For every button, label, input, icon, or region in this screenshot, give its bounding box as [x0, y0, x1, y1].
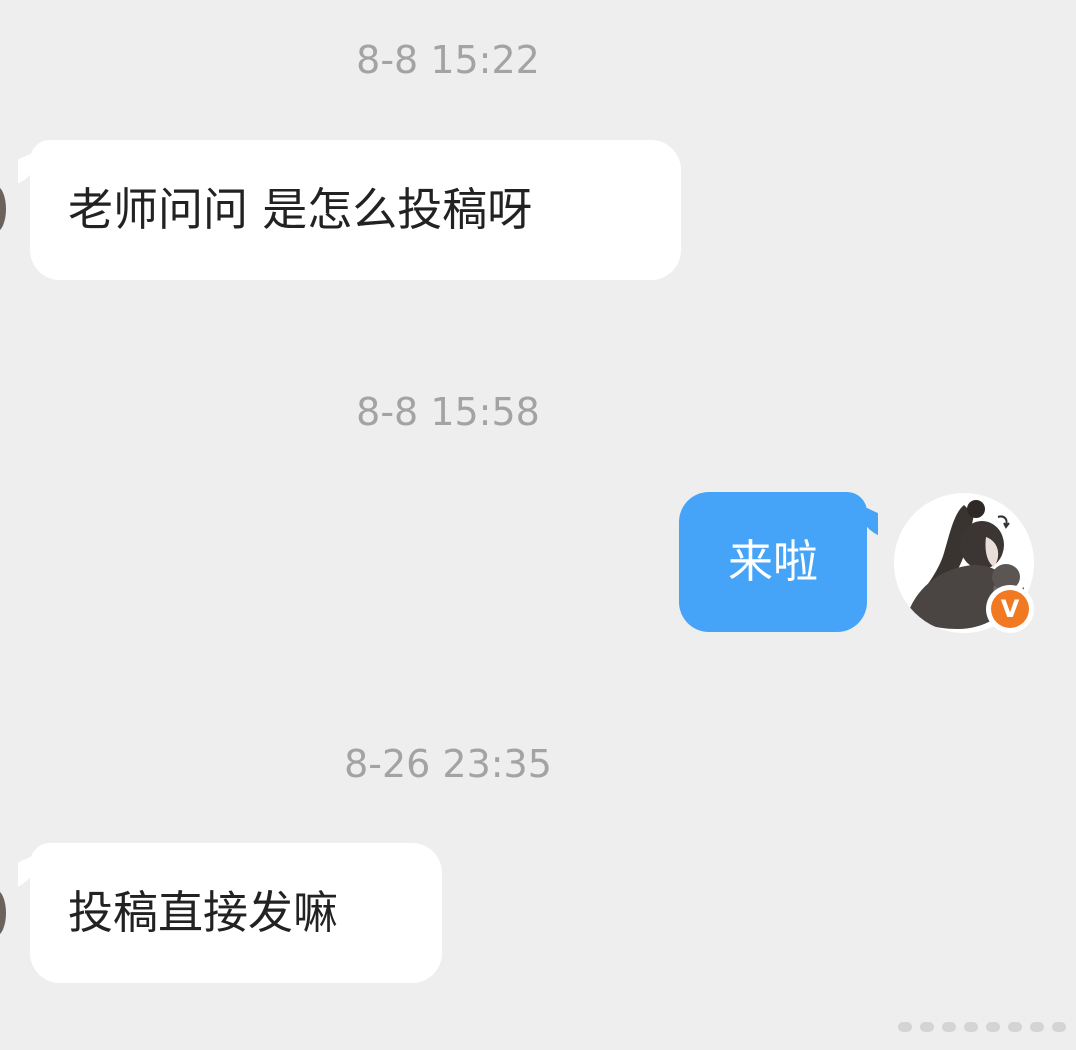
message-text: 投稿直接发嘛 [68, 886, 339, 939]
message-text: 老师问问 是怎么投稿呀 [68, 183, 533, 236]
incoming-message-bubble[interactable]: 投稿直接发嘛 [30, 843, 442, 983]
sender-avatar[interactable] [0, 890, 6, 936]
message-timestamp: 8-8 15:58 [356, 390, 540, 434]
message-text: 来啦 [727, 535, 818, 588]
verified-v-icon: V [991, 590, 1029, 628]
watermark [898, 1022, 1066, 1032]
sender-avatar[interactable] [0, 186, 6, 232]
message-timestamp: 8-26 23:35 [344, 742, 552, 786]
verified-badge: V [986, 585, 1034, 633]
outgoing-message-bubble[interactable]: 来啦 [679, 492, 867, 632]
incoming-message-bubble[interactable]: 老师问问 是怎么投稿呀 [30, 140, 681, 280]
message-timestamp: 8-8 15:22 [356, 38, 540, 82]
